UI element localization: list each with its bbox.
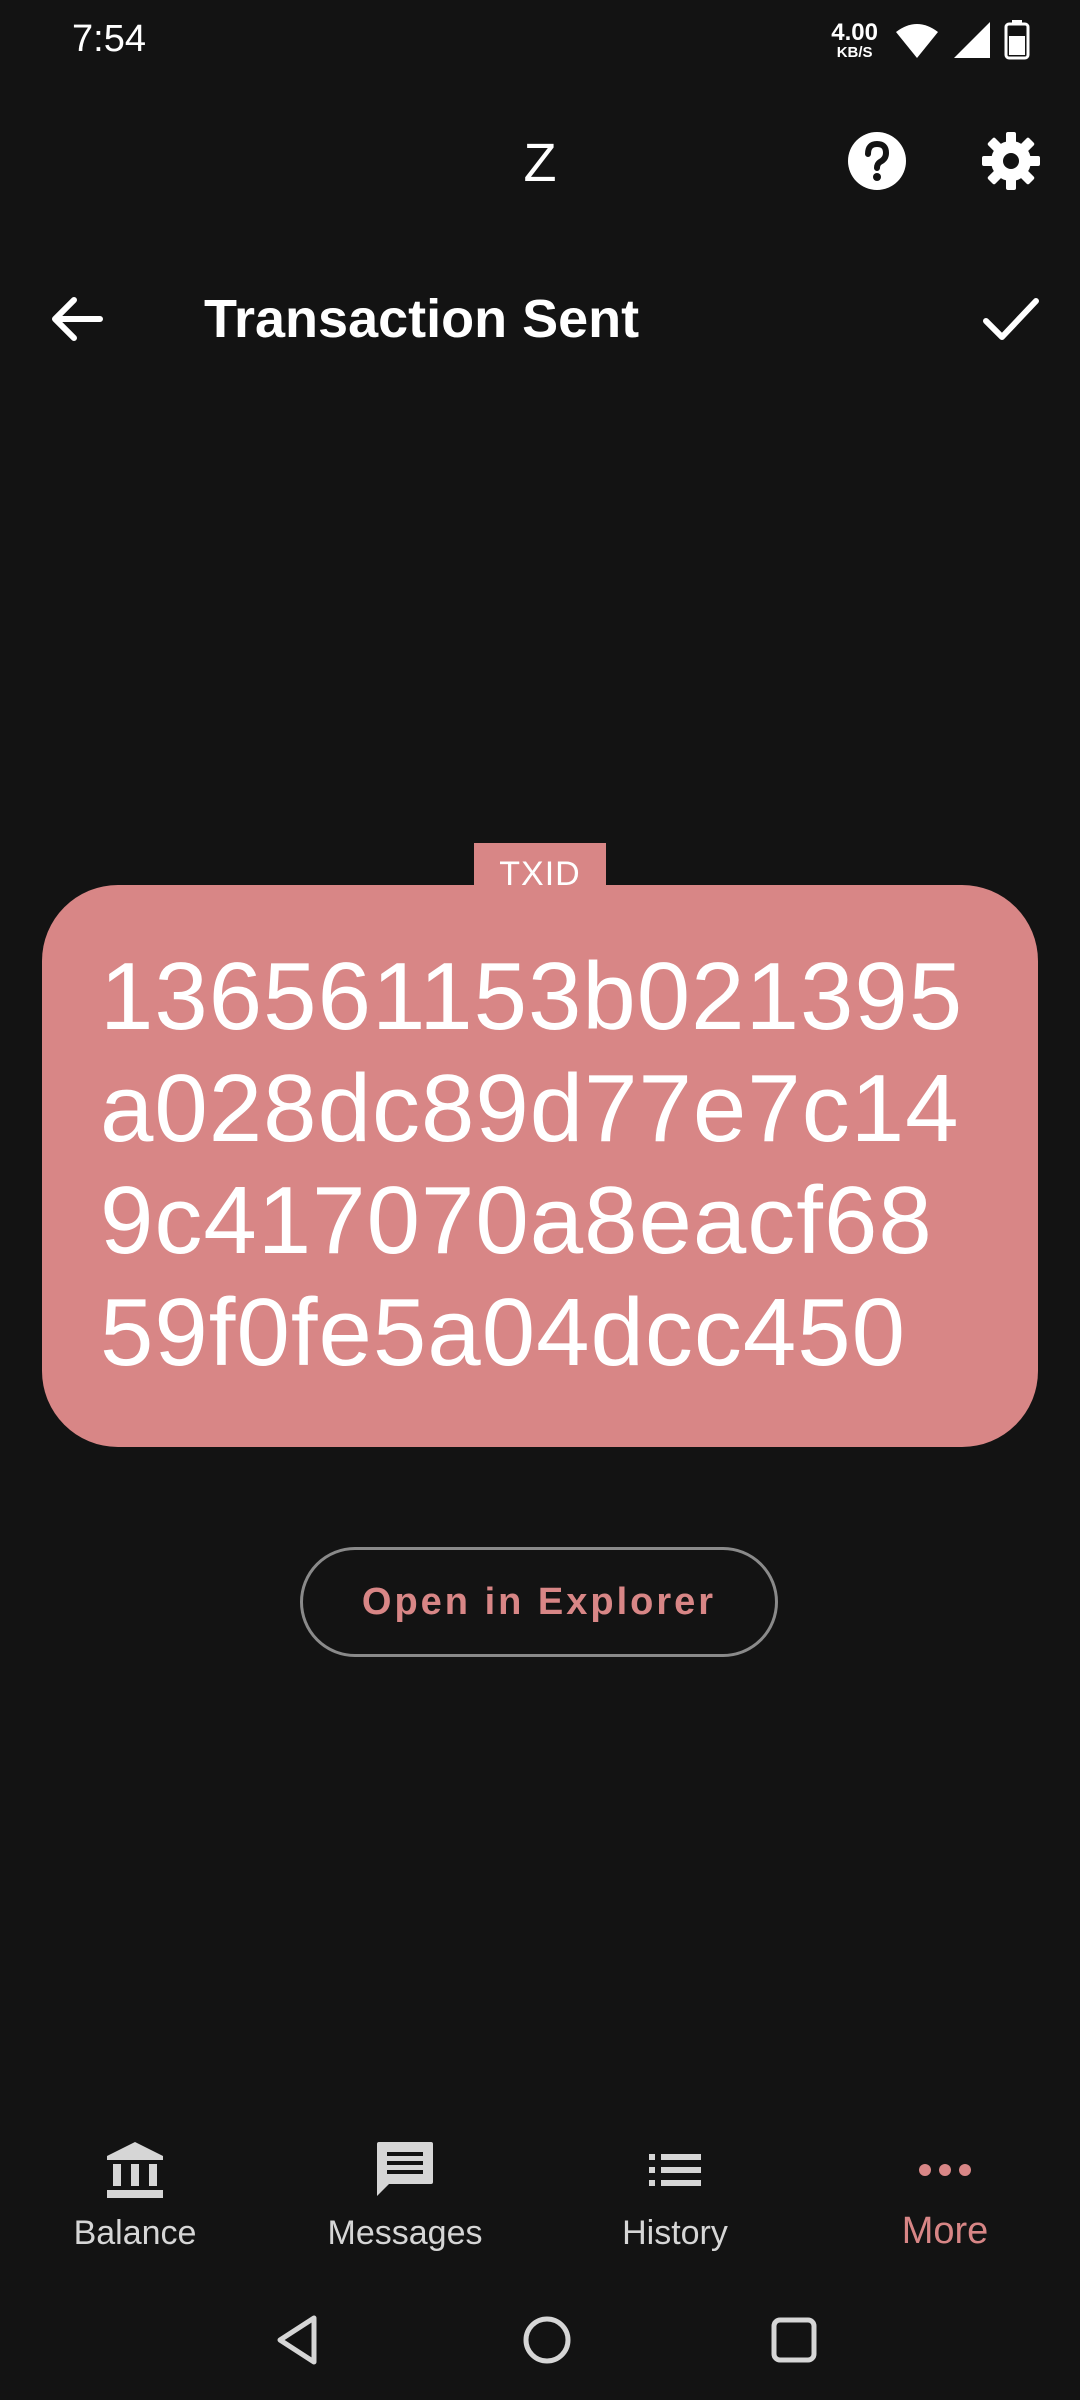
network-speed-unit: KB/S [836,43,873,61]
txid-line: 9c417070a8eacf68 [100,1167,933,1274]
help-icon[interactable] [846,130,908,192]
status-time: 7:54 [72,18,146,60]
system-home-icon[interactable] [517,2310,577,2370]
system-recents-icon[interactable] [764,2310,824,2370]
txid-line: a028dc89d77e7c14 [100,1055,960,1162]
page-header: Transaction Sent [0,268,1080,368]
system-back-icon[interactable] [270,2310,330,2370]
top-app-bar: Z [0,110,1080,210]
open-in-explorer-button[interactable]: Open in Explorer [300,1547,778,1657]
status-bar: 7:54 4.00 KB/S [0,0,1080,80]
gear-icon[interactable] [980,130,1042,192]
screen: 7:54 4.00 KB/S Z Transaction Sent 136561… [0,0,1080,2400]
nav-item-messages[interactable]: Messages [270,2120,540,2270]
nav-label-more: More [901,2210,989,2252]
txid-card[interactable]: 136561153b021395 a028dc89d77e7c14 9c4170… [42,885,1038,1447]
page-title: Transaction Sent [204,289,640,349]
battery-icon [1004,20,1030,60]
nav-label-history: History [622,2214,728,2252]
network-speed: 4.00 KB/S [831,18,878,61]
nav-item-history[interactable]: History [540,2120,810,2270]
cell-signal-icon [954,22,990,58]
status-icons: 4.00 KB/S [831,16,1030,64]
nav-item-balance[interactable]: Balance [0,2120,270,2270]
more-dots-icon [919,2164,971,2176]
bank-icon [107,2142,163,2198]
back-arrow-icon[interactable] [48,290,106,348]
list-icon [649,2154,701,2186]
nav-label-balance: Balance [73,2214,197,2252]
bottom-navigation: Balance Messages History More [0,2120,1080,2270]
nav-label-messages: Messages [327,2214,483,2252]
txid-line: 136561153b021395 [100,943,964,1050]
network-speed-value: 4.00 [831,18,878,46]
nav-item-more[interactable]: More [810,2120,1080,2270]
txid-label: TXID [474,843,606,905]
system-navigation-bar [0,2290,1080,2400]
message-icon [377,2142,433,2196]
txid-line: 59f0fe5a04dcc450 [100,1279,907,1386]
app-title: Z [523,133,557,193]
wifi-icon [896,24,938,58]
checkmark-icon[interactable] [980,290,1042,348]
